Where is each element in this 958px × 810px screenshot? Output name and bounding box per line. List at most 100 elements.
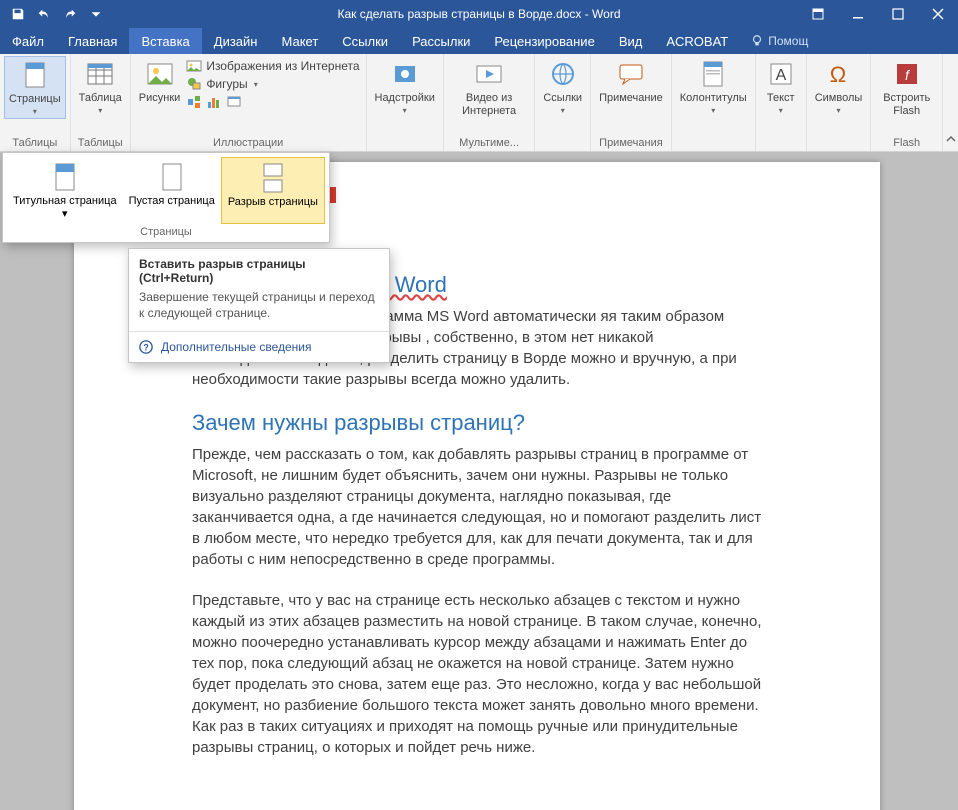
tooltip-body: Завершение текущей страницы и переход к … bbox=[129, 289, 389, 331]
tooltip-title: Вставить разрыв страницы (Ctrl+Return) bbox=[129, 249, 389, 289]
tab-mailings[interactable]: Рассылки bbox=[400, 28, 482, 54]
redo-icon[interactable] bbox=[58, 2, 82, 26]
table-label: Таблица bbox=[79, 92, 122, 105]
flash-label: Встроить Flash bbox=[879, 92, 934, 117]
blank-page-button[interactable]: Пустая страница bbox=[123, 157, 221, 224]
tab-insert[interactable]: Вставка bbox=[129, 28, 201, 54]
text-button[interactable]: A Текст ▾ bbox=[760, 56, 802, 117]
addins-icon bbox=[389, 58, 421, 90]
group-links: Ссылки ▾ bbox=[535, 54, 591, 151]
symbols-button[interactable]: Ω Символы ▾ bbox=[811, 56, 867, 117]
table-icon bbox=[84, 58, 116, 90]
online-video-button[interactable]: Видео из Интернета bbox=[448, 56, 530, 119]
quick-access-toolbar bbox=[0, 2, 108, 26]
group-media: Видео из Интернета Мультиме... bbox=[444, 54, 535, 151]
pages-label: Страницы bbox=[9, 93, 61, 106]
chevron-down-icon: ▾ bbox=[62, 208, 68, 221]
ribbon-display-icon[interactable] bbox=[798, 0, 838, 28]
blank-page-label: Пустая страница bbox=[129, 195, 215, 208]
smartart-icon bbox=[186, 94, 202, 110]
chevron-down-icon: ▾ bbox=[98, 106, 102, 115]
group-pages: Страницы ▾ Таблицы bbox=[0, 54, 71, 151]
doc-paragraph-2: Прежде, чем рассказать о том, как добавл… bbox=[192, 444, 762, 570]
tell-me[interactable]: Помощ bbox=[740, 28, 818, 54]
group-illustrations-label: Иллюстрации bbox=[213, 136, 283, 150]
pages-gallery-group-label: Страницы bbox=[3, 224, 329, 242]
group-symbols: Ω Символы ▾ bbox=[807, 54, 872, 151]
qat-customize-icon[interactable] bbox=[84, 2, 108, 26]
ribbon-tabs: Файл Главная Вставка Дизайн Макет Ссылки… bbox=[0, 28, 958, 54]
minimize-icon[interactable] bbox=[838, 0, 878, 28]
page-break-icon bbox=[257, 162, 289, 194]
svg-text:?: ? bbox=[143, 343, 148, 353]
more-illustrations[interactable] bbox=[186, 94, 359, 110]
online-image-icon bbox=[186, 58, 202, 74]
pictures-button[interactable]: Рисунки bbox=[135, 56, 185, 107]
chevron-down-icon: ▾ bbox=[254, 80, 258, 89]
tab-design[interactable]: Дизайн bbox=[202, 28, 270, 54]
bulb-icon bbox=[750, 34, 764, 48]
group-comments: Примечание Примечания bbox=[591, 54, 672, 151]
illustrations-stack: Изображения из Интернета Фигуры▾ bbox=[184, 56, 361, 112]
picture-icon bbox=[144, 58, 176, 90]
page-break-label: Разрыв страницы bbox=[228, 196, 318, 209]
tooltip-more-link[interactable]: ? Дополнительные сведения bbox=[129, 331, 389, 362]
tab-file[interactable]: Файл bbox=[0, 28, 56, 54]
svg-text:A: A bbox=[775, 67, 786, 84]
addins-button[interactable]: Надстройки ▾ bbox=[371, 56, 439, 117]
help-icon: ? bbox=[139, 340, 153, 354]
page-break-button[interactable]: Разрыв страницы bbox=[221, 157, 325, 224]
addins-label: Надстройки bbox=[375, 92, 435, 105]
tab-acrobat[interactable]: ACROBAT bbox=[654, 28, 740, 54]
group-illustrations: Рисунки Изображения из Интернета Фигуры▾ bbox=[131, 54, 367, 151]
online-images-button[interactable]: Изображения из Интернета bbox=[186, 58, 359, 74]
close-icon[interactable] bbox=[918, 0, 958, 28]
svg-text:Ω: Ω bbox=[830, 62, 846, 87]
undo-icon[interactable] bbox=[32, 2, 56, 26]
chevron-down-icon: ▾ bbox=[403, 106, 407, 115]
tab-view[interactable]: Вид bbox=[607, 28, 655, 54]
headerfooter-button[interactable]: Колонтитулы ▾ bbox=[676, 56, 751, 117]
chevron-down-icon: ▾ bbox=[561, 106, 565, 115]
ribbon-insert: Страницы ▾ Таблицы Таблица ▾ Таблицы Рис… bbox=[0, 54, 958, 152]
group-tables: Таблица ▾ Таблицы bbox=[71, 54, 131, 151]
cover-page-icon bbox=[49, 161, 81, 193]
chart-icon bbox=[206, 94, 222, 110]
tab-review[interactable]: Рецензирование bbox=[482, 28, 606, 54]
table-button[interactable]: Таблица ▾ bbox=[75, 56, 126, 117]
comment-label: Примечание bbox=[599, 92, 663, 105]
pages-icon bbox=[19, 59, 51, 91]
maximize-icon[interactable] bbox=[878, 0, 918, 28]
tab-home[interactable]: Главная bbox=[56, 28, 129, 54]
window-title: Как сделать разрыв страницы в Ворде.docx… bbox=[337, 7, 620, 21]
tab-layout[interactable]: Макет bbox=[269, 28, 330, 54]
doc-paragraph-3: Представьте, что у вас на странице есть … bbox=[192, 590, 762, 758]
pictures-label: Рисунки bbox=[139, 92, 181, 105]
pages-button[interactable]: Страницы ▾ bbox=[4, 56, 66, 119]
link-icon bbox=[547, 58, 579, 90]
shapes-icon bbox=[186, 76, 202, 92]
links-label: Ссылки bbox=[543, 92, 582, 105]
symbols-label: Символы bbox=[815, 92, 863, 105]
header-icon bbox=[697, 58, 729, 90]
omega-icon: Ω bbox=[822, 58, 854, 90]
group-comments-label: Примечания bbox=[599, 136, 663, 150]
group-text: A Текст ▾ bbox=[756, 54, 807, 151]
links-button[interactable]: Ссылки ▾ bbox=[539, 56, 586, 117]
group-media-label: Мультиме... bbox=[459, 136, 519, 150]
shapes-button[interactable]: Фигуры▾ bbox=[186, 76, 359, 92]
video-icon bbox=[473, 58, 505, 90]
save-icon[interactable] bbox=[6, 2, 30, 26]
group-text-label bbox=[779, 136, 782, 150]
tab-references[interactable]: Ссылки bbox=[330, 28, 400, 54]
collapse-ribbon-icon[interactable] bbox=[943, 54, 958, 151]
cover-page-label: Титульная страница bbox=[13, 195, 117, 208]
pages-gallery: Титульная страница ▾ Пустая страница Раз… bbox=[2, 152, 330, 243]
group-flash-label: Flash bbox=[893, 136, 920, 150]
cover-page-button[interactable]: Титульная страница ▾ bbox=[7, 157, 123, 224]
group-headerfooter-label bbox=[712, 136, 715, 150]
chevron-down-icon: ▾ bbox=[33, 107, 37, 116]
flash-button[interactable]: f Встроить Flash bbox=[875, 56, 938, 119]
comment-button[interactable]: Примечание bbox=[595, 56, 667, 107]
group-addins-label bbox=[403, 136, 406, 150]
